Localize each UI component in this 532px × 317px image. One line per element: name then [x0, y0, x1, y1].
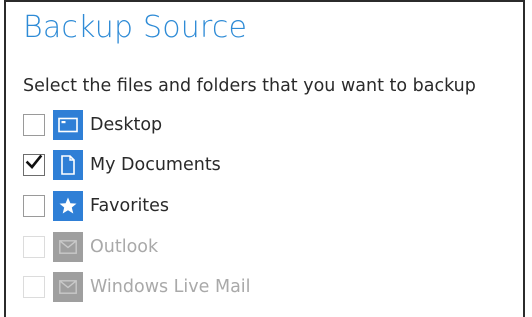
- mail-icon: [53, 272, 83, 302]
- desktop-icon: [53, 110, 83, 140]
- source-label-outlook: Outlook: [90, 237, 159, 257]
- outlook-checkbox: [23, 236, 45, 258]
- source-label-desktop: Desktop: [90, 115, 163, 135]
- favorites-checkbox[interactable]: [23, 195, 45, 217]
- source-label-my-documents: My Documents: [90, 155, 221, 175]
- desktop-checkbox[interactable]: [23, 114, 45, 136]
- source-label-windows-live-mail: Windows Live Mail: [90, 277, 251, 297]
- my-documents-checkbox[interactable]: [23, 154, 45, 176]
- source-item-my-documents[interactable]: My Documents: [23, 150, 221, 180]
- instruction-text: Select the files and folders that you wa…: [23, 76, 476, 96]
- document-icon: [53, 150, 83, 180]
- page-title: Backup Source: [23, 10, 248, 45]
- source-item-windows-live-mail: Windows Live Mail: [23, 272, 251, 302]
- source-item-favorites[interactable]: Favorites: [23, 191, 169, 221]
- source-label-favorites: Favorites: [90, 196, 170, 216]
- source-item-outlook: Outlook: [23, 232, 158, 262]
- windows-live-mail-checkbox: [23, 276, 45, 298]
- source-item-desktop[interactable]: Desktop: [23, 110, 162, 140]
- mail-icon: [53, 232, 83, 262]
- checkmark-icon: [25, 154, 43, 169]
- star-icon: [53, 191, 83, 221]
